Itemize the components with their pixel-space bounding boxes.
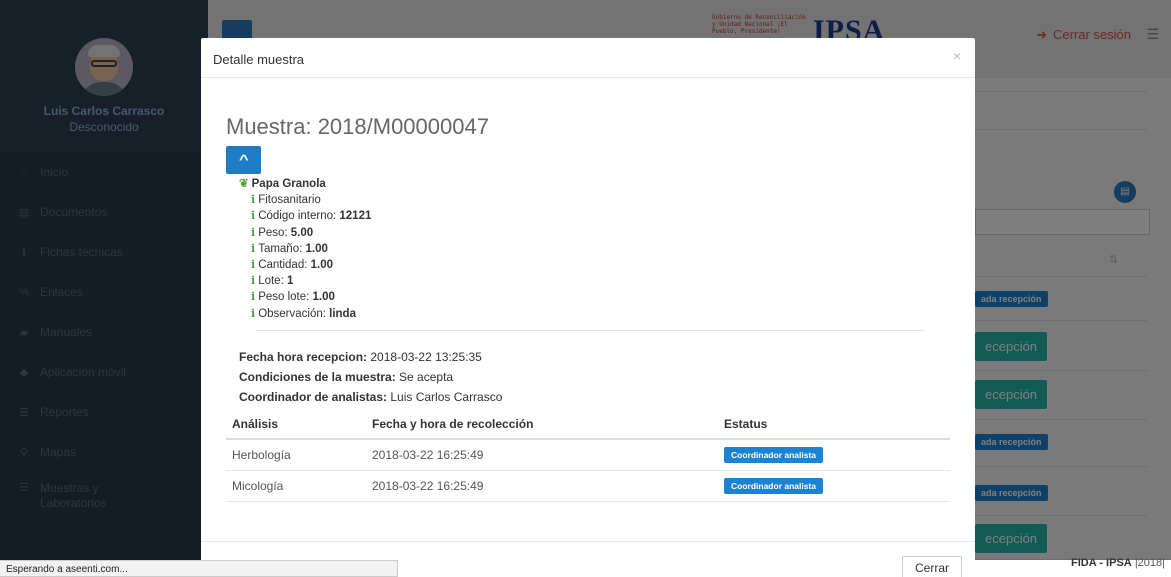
analyst-coordinator: Coordinador de analistas: Luis Carlos Ca… — [239, 390, 503, 404]
info-icon: i — [251, 193, 256, 207]
modal-title: Detalle muestra — [213, 52, 305, 67]
close-button[interactable]: Cerrar — [902, 556, 962, 577]
product-field: i Observación: linda — [251, 306, 356, 320]
product-category: i Fitosanitario — [251, 193, 321, 207]
product-tree: ❦ Papa Granola i Fitosanitario i Código int… — [239, 177, 371, 322]
status-badge: Coordinador analista — [724, 477, 824, 494]
product-field: i Tamaño: 1.00 — [251, 241, 328, 255]
product-field: i Lote: 1 — [251, 274, 294, 288]
product-field: i Peso lote: 1.00 — [251, 290, 335, 304]
collapse-button[interactable]: ^ — [226, 146, 261, 174]
analysis-datetime: 2018-03-22 16:25:49 — [366, 470, 718, 502]
sample-title: Muestra: 2018/M00000047 — [226, 114, 489, 139]
column-header: Fecha y hora de recolección — [366, 413, 718, 440]
status-badge: Coordinador analista — [724, 446, 824, 463]
analysis-name: Herbología — [226, 439, 366, 471]
product-name: Papa Granola — [251, 178, 326, 190]
column-header: Análisis — [226, 413, 366, 440]
modal-header: Detalle muestra × — [201, 38, 975, 78]
table-row: Herbología 2018-03-22 16:25:49 Coordinad… — [226, 439, 950, 471]
chevron-up-icon: ^ — [238, 152, 249, 167]
product-field: i Código interno: 12121 — [251, 209, 372, 223]
info-icon: i — [251, 274, 256, 288]
sample-detail-modal: Detalle muestra × Muestra: 2018/M0000004… — [201, 38, 975, 577]
sample-conditions: Condiciones de la muestra: Se acepta — [239, 370, 454, 384]
product-field: i Cantidad: 1.00 — [251, 258, 334, 272]
analysis-table: Análisis Fecha y hora de recolección Est… — [226, 413, 950, 502]
analysis-name: Micología — [226, 470, 366, 502]
info-icon: i — [251, 225, 256, 239]
info-icon: i — [251, 306, 256, 320]
table-header-row: Análisis Fecha y hora de recolección Est… — [226, 413, 950, 440]
footer-year: |2018| — [1134, 557, 1165, 569]
product-field: i Peso: 5.00 — [251, 225, 314, 239]
divider — [256, 330, 924, 331]
footer-brand: FIDA - IPSA — [1071, 557, 1132, 569]
column-header: Estatus — [718, 413, 950, 440]
info-icon: i — [251, 290, 256, 304]
leaf-icon: ❦ — [239, 178, 249, 190]
browser-status-bar: Esperando a aseenti.com... — [0, 560, 398, 577]
product-name-row[interactable]: ❦ Papa Granola — [239, 177, 371, 192]
info-icon: i — [251, 258, 256, 272]
reception-datetime: Fecha hora recepcion: 2018-03-22 13:25:3… — [239, 350, 482, 364]
analysis-datetime: 2018-03-22 16:25:49 — [366, 439, 718, 471]
footer-text: FIDA - IPSA |2018| — [1071, 557, 1165, 569]
table-row: Micología 2018-03-22 16:25:49 Coordinado… — [226, 470, 950, 502]
info-icon: i — [251, 241, 256, 255]
close-icon[interactable]: × — [953, 48, 961, 64]
info-icon: i — [251, 209, 256, 223]
